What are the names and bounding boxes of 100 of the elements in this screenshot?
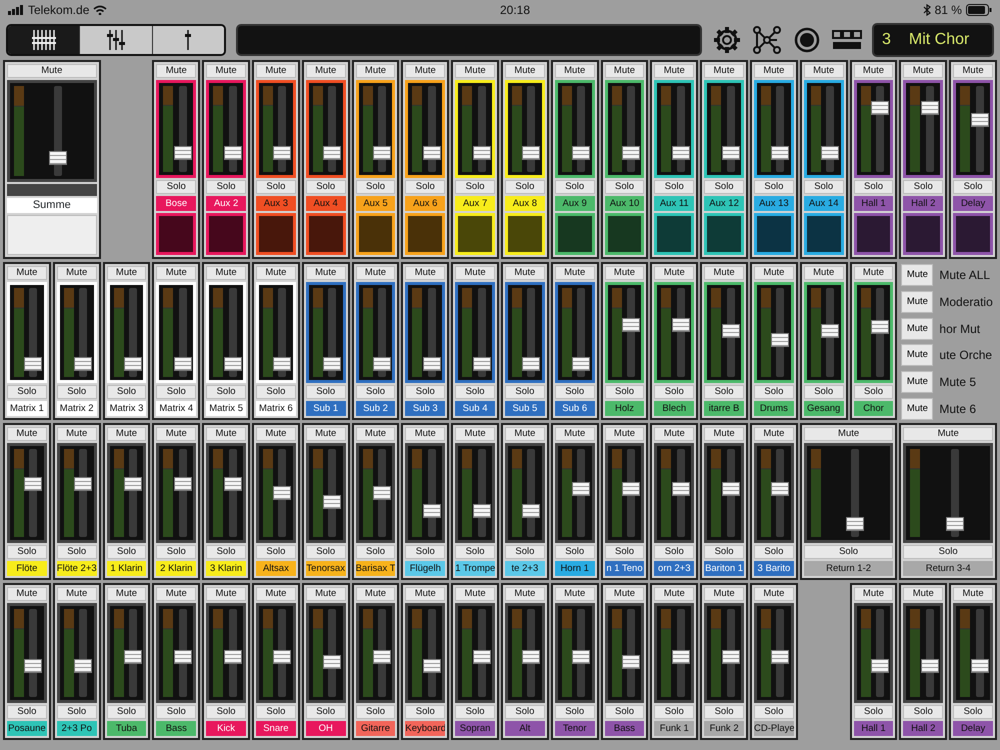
solo-button[interactable]: Solo <box>554 385 595 399</box>
mute-button[interactable]: Mute <box>206 427 246 441</box>
mute-group-button[interactable]: Mute <box>901 398 934 420</box>
solo-button[interactable]: Solo <box>256 385 296 399</box>
fader-thumb[interactable] <box>622 146 640 160</box>
solo-button[interactable]: Solo <box>455 180 495 194</box>
fader-thumb[interactable] <box>174 477 192 492</box>
solo-button[interactable]: Solo <box>455 705 495 719</box>
mute-button[interactable]: Mute <box>455 427 495 441</box>
mute-button[interactable]: Mute <box>7 427 47 441</box>
fader-thumb[interactable] <box>870 659 889 674</box>
solo-button[interactable]: Solo <box>604 545 644 559</box>
mute-button[interactable]: Mute <box>504 64 545 78</box>
fader-thumb[interactable] <box>771 146 790 160</box>
fader-thumb[interactable] <box>224 477 242 492</box>
mute-button[interactable]: Mute <box>604 64 644 78</box>
mute-button[interactable]: Mute <box>804 427 894 441</box>
fader-thumb[interactable] <box>722 324 740 338</box>
fader-thumb[interactable] <box>771 650 790 664</box>
solo-button[interactable]: Solo <box>554 545 595 559</box>
solo-button[interactable]: Solo <box>106 385 146 399</box>
mute-button[interactable]: Mute <box>356 266 396 280</box>
mute-button[interactable]: Mute <box>156 266 196 280</box>
solo-button[interactable]: Solo <box>704 705 744 719</box>
send-swatch[interactable] <box>604 213 644 255</box>
fader-thumb[interactable] <box>722 146 740 160</box>
mute-button[interactable]: Mute <box>704 587 744 601</box>
solo-button[interactable]: Solo <box>604 705 644 719</box>
fader-thumb[interactable] <box>323 654 342 669</box>
solo-button[interactable]: Solo <box>554 180 595 194</box>
mute-button[interactable]: Mute <box>704 64 744 78</box>
mute-button[interactable]: Mute <box>306 64 346 78</box>
mute-button[interactable]: Mute <box>256 587 296 601</box>
fader-thumb[interactable] <box>472 356 491 371</box>
mute-button[interactable]: Mute <box>106 266 146 280</box>
mute-button[interactable]: Mute <box>953 64 993 78</box>
fader-thumb[interactable] <box>49 151 68 165</box>
mute-button[interactable]: Mute <box>256 64 296 78</box>
mute-button[interactable]: Mute <box>604 427 644 441</box>
solo-button[interactable]: Solo <box>704 385 744 399</box>
solo-button[interactable]: Solo <box>704 545 744 559</box>
fader-thumb[interactable] <box>372 650 391 664</box>
fader-thumb[interactable] <box>24 659 42 674</box>
mute-button[interactable]: Mute <box>356 587 396 601</box>
fader-thumb[interactable] <box>224 146 242 160</box>
fader-thumb[interactable] <box>821 324 840 338</box>
fader-thumb[interactable] <box>970 659 989 674</box>
mute-button[interactable]: Mute <box>156 427 196 441</box>
mute-group-button[interactable]: Mute <box>901 318 934 340</box>
fader-thumb[interactable] <box>622 482 640 496</box>
send-swatch[interactable] <box>206 213 246 255</box>
solo-button[interactable]: Solo <box>56 385 97 399</box>
mute-button[interactable]: Mute <box>804 64 844 78</box>
solo-button[interactable]: Solo <box>554 705 595 719</box>
fader-thumb[interactable] <box>24 356 42 371</box>
solo-button[interactable]: Solo <box>804 385 844 399</box>
mute-button[interactable]: Mute <box>306 266 346 280</box>
mute-button[interactable]: Mute <box>56 266 97 280</box>
solo-button[interactable]: Solo <box>156 705 196 719</box>
solo-button[interactable]: Solo <box>356 180 396 194</box>
mute-button[interactable]: Mute <box>754 266 794 280</box>
fader-thumb[interactable] <box>522 146 540 160</box>
settings-icon[interactable] <box>712 25 742 55</box>
mute-button[interactable]: Mute <box>106 587 146 601</box>
mute-button[interactable]: Mute <box>854 64 894 78</box>
fader-thumb[interactable] <box>920 100 939 114</box>
fader-thumb[interactable] <box>174 356 192 371</box>
solo-button[interactable]: Solo <box>654 180 694 194</box>
solo-button[interactable]: Solo <box>405 545 446 559</box>
mute-button[interactable]: Mute <box>604 266 644 280</box>
mute-button[interactable]: Mute <box>854 587 894 601</box>
mute-button[interactable]: Mute <box>256 266 296 280</box>
fader-thumb[interactable] <box>174 650 192 664</box>
mute-button[interactable]: Mute <box>854 266 894 280</box>
routing-icon[interactable] <box>752 25 782 55</box>
mute-button[interactable]: Mute <box>156 64 196 78</box>
solo-button[interactable]: Solo <box>405 180 446 194</box>
mute-group-button[interactable]: Mute <box>901 291 934 313</box>
fader-thumb[interactable] <box>572 146 590 160</box>
fader-thumb[interactable] <box>522 650 540 664</box>
fader-thumb[interactable] <box>224 356 242 371</box>
send-swatch[interactable] <box>256 213 296 255</box>
fader-thumb[interactable] <box>422 504 441 518</box>
fader-thumb[interactable] <box>870 320 889 334</box>
fader-thumb[interactable] <box>572 356 590 371</box>
send-swatch[interactable] <box>953 213 993 255</box>
fader-thumb[interactable] <box>672 650 690 664</box>
fader-thumb[interactable] <box>422 659 441 674</box>
view-tab[interactable] <box>80 26 153 54</box>
fader-thumb[interactable] <box>821 146 840 160</box>
solo-button[interactable]: Solo <box>854 705 894 719</box>
mute-button[interactable]: Mute <box>405 587 446 601</box>
fader-thumb[interactable] <box>273 486 292 500</box>
fader-thumb[interactable] <box>672 318 690 332</box>
solo-button[interactable]: Solo <box>455 545 495 559</box>
send-swatch[interactable] <box>306 213 346 255</box>
mute-button[interactable]: Mute <box>504 427 545 441</box>
mute-button[interactable]: Mute <box>206 587 246 601</box>
fader-thumb[interactable] <box>372 356 391 371</box>
solo-button[interactable]: Solo <box>854 385 894 399</box>
